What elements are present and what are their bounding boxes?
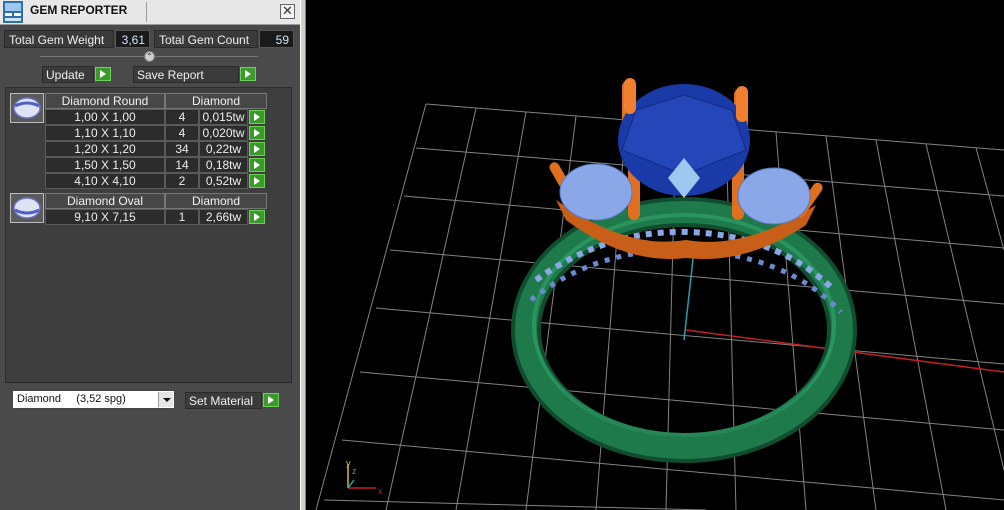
window-title: GEM REPORTER [30,3,128,17]
3d-viewport[interactable]: x y z [306,0,1004,510]
round-gem-shape [13,97,41,119]
group-1-row-4-select-icon[interactable] [249,158,265,172]
save-report-button-label: Save Report [137,68,204,82]
group-2-row-1-count: 1 [165,209,199,225]
collapse-toggle-icon[interactable]: ⌃ [144,51,155,62]
y-axis-line [683,249,695,341]
update-button[interactable]: Update [42,66,94,83]
group-1-row-3-select-icon[interactable] [249,142,265,156]
group-1-row-3-count: 34 [165,141,199,157]
group-1-row-2-size: 1,10 X 1,10 [45,125,165,141]
axis-z-label: z [352,466,357,476]
group-1-name: Diamond Round [45,93,165,109]
group-1-row-4-count: 14 [165,157,199,173]
group-1-row-5-weight: 0,52tw [199,173,248,189]
save-report-go-icon[interactable] [240,67,256,81]
total-gem-count-value: 59 [259,30,294,48]
material-select-value: Diamond (3,52 spg) [17,393,126,405]
save-report-button[interactable]: Save Report [133,66,239,83]
group-1-row-1-count: 4 [165,109,199,125]
gem-reporter-panel: GEM REPORTER ✕ Total Gem Weight 3,61 Tot… [0,0,300,510]
group-1-row-2-weight: 0,020tw [199,125,248,141]
close-button[interactable]: ✕ [280,4,295,19]
group-1-row-5-size: 4,10 X 4,10 [45,173,165,189]
group-1-row-3-size: 1,20 X 1,20 [45,141,165,157]
group-1-row-4-weight: 0,18tw [199,157,248,173]
total-gem-weight-value: 3,61 [115,30,150,48]
group-1-row-2-select-icon[interactable] [249,126,265,140]
update-button-label: Update [46,68,85,82]
group-2-row-1-weight: 2,66tw [199,209,248,225]
axis-y-label: y [346,458,351,468]
oval-gem-icon [10,193,44,223]
group-2-material: Diamond [165,193,267,209]
group-1-row-5-select-icon[interactable] [249,174,265,188]
group-1-row-1-weight: 0,015tw [199,109,248,125]
total-gem-count-label: Total Gem Count [154,30,258,48]
axis-indicator-icon: x y z [346,458,383,496]
side-stone-left [559,163,633,221]
side-stone-right [737,167,811,225]
total-gem-weight-label: Total Gem Weight [4,30,114,48]
material-select[interactable]: Diamond (3,52 spg) [12,390,175,409]
gem-reporter-app-icon [3,1,23,23]
oval-gem-shape [13,197,41,219]
group-1-row-1-select-icon[interactable] [249,110,265,124]
round-gem-icon [10,93,44,123]
group-1-row-2-count: 4 [165,125,199,141]
title-divider [146,2,147,22]
group-2-row-1-size: 9,10 X 7,15 [45,209,165,225]
group-1-row-4-size: 1,50 X 1,50 [45,157,165,173]
group-1-row-1-size: 1,00 X 1,00 [45,109,165,125]
set-material-button[interactable]: Set Material [185,392,262,409]
group-1-row-3-weight: 0,22tw [199,141,248,157]
group-2-row-1-select-icon[interactable] [249,210,265,224]
ring-render: x y z [315,78,1004,510]
set-material-go-icon[interactable] [263,393,279,407]
close-icon: ✕ [282,3,293,18]
group-2-name: Diamond Oval [45,193,165,209]
title-bar: GEM REPORTER ✕ [0,0,300,25]
set-material-button-label: Set Material [189,394,254,408]
group-1-material: Diamond [165,93,267,109]
update-go-icon[interactable] [95,67,111,81]
axis-x-label: x [378,486,383,496]
group-1-row-5-count: 2 [165,173,199,189]
chevron-down-icon[interactable] [158,392,173,407]
